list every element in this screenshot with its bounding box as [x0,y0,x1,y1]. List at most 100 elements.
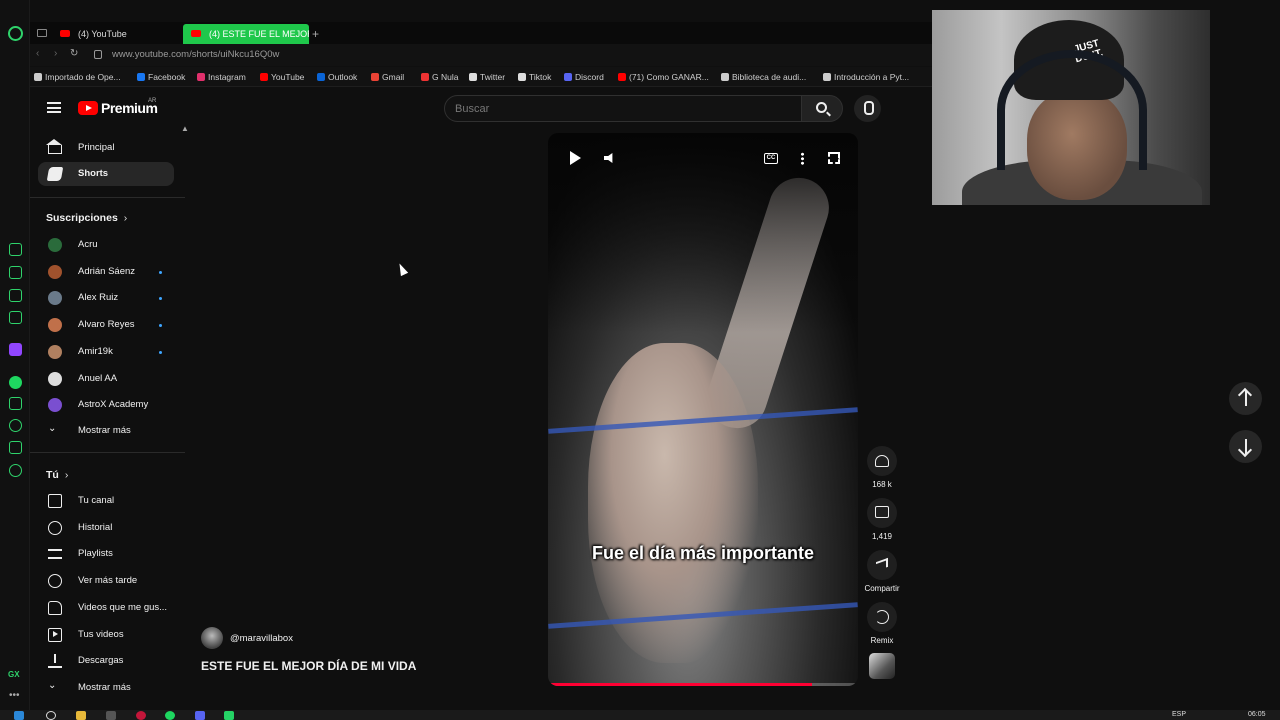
forward-arrow-icon[interactable]: › [54,48,57,59]
sidebar-item-you[interactable]: Historial [38,516,174,540]
remix-button[interactable] [867,602,897,632]
workspaces-icon[interactable] [37,29,47,37]
sidebar-item-you[interactable]: Videos que me gus... [38,596,174,620]
bookmark-item[interactable]: Twitter [469,72,505,82]
subscriptions-heading[interactable]: Suscripciones › [46,212,127,224]
bookmark-label: Facebook [148,72,186,82]
previous-short-button[interactable] [1229,382,1262,415]
opera-gx-taskbar-icon[interactable] [136,711,146,720]
next-short-button[interactable] [1229,430,1262,463]
search-input[interactable]: Buscar [444,95,802,122]
back-arrow-icon[interactable]: ‹ [36,48,39,59]
bookmark-item[interactable]: Introducción a Pyt... [823,72,909,82]
sound-thumbnail[interactable] [869,653,895,679]
youtube-logo-icon[interactable] [78,101,98,115]
sidebar-item-subscription[interactable]: Anuel AA [38,367,174,391]
sidebar-item-subscription[interactable]: AstroX Academy [38,393,174,417]
sidebar-item-shorts[interactable]: Shorts [38,162,174,186]
search-taskbar-icon[interactable] [46,711,56,720]
show-more-subscriptions[interactable]: ⌄ Mostrar más [38,419,174,443]
spotify-taskbar-icon[interactable] [165,711,175,720]
instagram-icon [197,73,205,81]
progress-bar[interactable] [548,683,858,686]
bookmark-item[interactable]: Discord [564,72,604,82]
divider [30,452,185,453]
settings-gear-icon[interactable] [9,464,22,477]
avatar [48,318,62,333]
app-icon[interactable] [106,711,116,720]
like-button[interactable] [867,446,897,476]
search-button[interactable] [801,95,843,122]
share-button[interactable] [867,550,897,580]
windows-start-icon[interactable] [14,711,24,720]
progress-fill [548,683,812,686]
bookmark-label: Tiktok [529,72,552,82]
more-options-icon[interactable]: ••• [9,690,20,701]
history-clock-icon[interactable] [9,419,22,432]
show-more-you[interactable]: ⌄ Mostrar más [38,676,174,700]
voice-search-button[interactable] [854,95,881,122]
sidebar-item-subscription[interactable]: Acru [38,233,174,257]
shopping-icon[interactable] [9,266,22,279]
refresh-feed-icon[interactable] [9,243,22,256]
you-heading[interactable]: Tú › [46,469,68,481]
bookmark-label: Twitter [480,72,506,82]
sidebar-item-you[interactable]: Descargas [38,649,174,673]
more-vertical-icon[interactable] [801,152,804,165]
gaming-icon[interactable] [9,289,22,302]
sidebar-item-you[interactable]: Tus videos [38,623,174,647]
channel-name[interactable]: @maravillabox [230,633,293,644]
remix-action[interactable]: Remix [862,602,902,645]
comment-button[interactable] [867,498,897,528]
sidebar-item-subscription[interactable]: Alex Ruiz [38,286,174,310]
bookmark-item[interactable]: Importado de Ope... [34,72,121,82]
pin-icon[interactable] [9,397,22,410]
language-indicator[interactable]: ESP [1172,711,1186,718]
share-action[interactable]: Compartir [862,550,902,593]
twitch-icon[interactable] [9,343,22,356]
like-action[interactable]: 168 k [862,446,902,489]
bookmark-item[interactable]: G Nula [421,72,458,82]
extensions-icon[interactable] [9,441,22,454]
bookmark-item[interactable]: Gmail [371,72,404,82]
bookmark-item[interactable]: Biblioteca de audi... [721,72,806,82]
bookmark-item[interactable]: Outlook [317,72,357,82]
spotify-icon[interactable] [9,376,22,389]
clock[interactable]: 06:05 [1248,711,1266,718]
whatsapp-taskbar-icon[interactable] [224,711,234,720]
reload-icon[interactable]: ↻ [70,48,78,59]
sidebar-item-you[interactable]: Playlists [38,542,174,566]
lock-icon[interactable] [94,50,102,59]
menu-icon[interactable] [47,102,61,113]
bookmark-item[interactable]: (71) Como GANAR... [618,72,709,82]
chevron-down-icon: ⌄ [48,680,57,691]
url-field[interactable]: www.youtube.com/shorts/uiNkcu16Q0w [112,49,279,60]
tab-youtube[interactable]: (4) YouTube [52,24,178,44]
sidebar-item-subscription[interactable]: Amir19k [38,340,174,364]
bookmark-item[interactable]: Instagram [197,72,246,82]
sidebar-item-you[interactable]: Tu canal [38,489,174,513]
tab-current-short[interactable]: (4) ESTE FUE EL MEJOR [183,24,309,44]
shorts-video-player[interactable]: CC Fue el día más importante [548,133,858,686]
play-icon[interactable] [570,151,581,165]
file-explorer-icon[interactable] [76,711,86,720]
captions-icon[interactable]: CC [764,153,778,164]
messenger-icon[interactable] [9,311,22,324]
scroll-up-icon[interactable]: ▲ [181,124,189,133]
bookmark-item[interactable]: YouTube [260,72,304,82]
sidebar-item-you[interactable]: Ver más tarde [38,569,174,593]
opera-gx-logo-icon[interactable] [8,26,23,41]
sidebar-item-principal[interactable]: Principal [38,136,174,160]
discord-taskbar-icon[interactable] [195,711,205,720]
new-tab-button[interactable]: + [312,24,319,44]
tab-title: (4) YouTube [78,29,127,39]
sidebar-item-subscription[interactable]: Adrián Sáenz [38,260,174,284]
discord-icon [564,73,572,81]
comment-action[interactable]: 1,419 [862,498,902,541]
tab-strip: (4) YouTube (4) ESTE FUE EL MEJOR + [30,22,932,44]
tab-title: (4) ESTE FUE EL MEJOR [209,29,309,39]
sidebar-item-subscription[interactable]: Alvaro Reyes [38,313,174,337]
bookmark-item[interactable]: Facebook [137,72,185,82]
bookmark-item[interactable]: Tiktok [518,72,551,82]
channel-avatar[interactable] [201,627,223,649]
